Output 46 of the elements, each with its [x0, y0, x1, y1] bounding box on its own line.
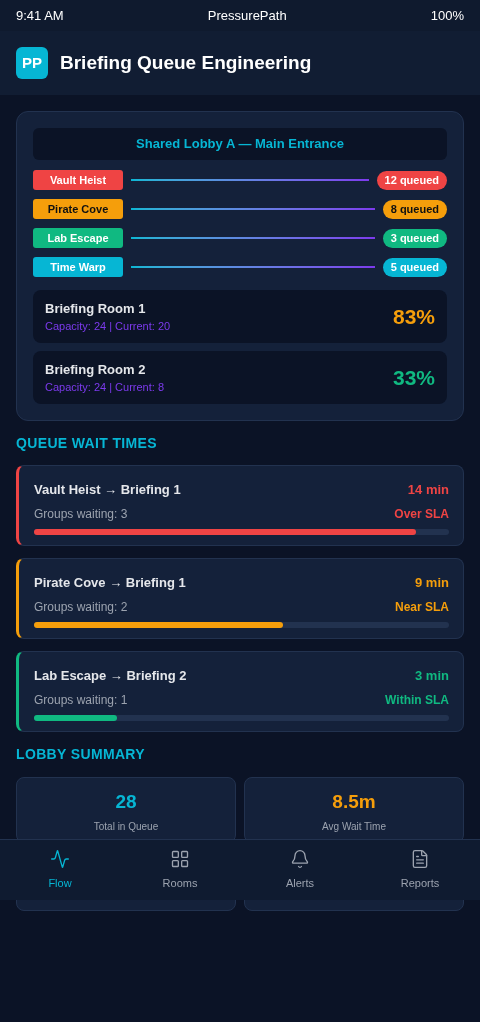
app-logo: PP: [16, 47, 48, 79]
queue-count-badge: 8 queued: [382, 199, 447, 219]
room-capacity: Capacity: 24 | Current: 20: [45, 319, 171, 334]
wait-time: 14 min: [407, 481, 449, 499]
summary-value: 8.5m: [332, 790, 376, 814]
room-occupancy: 33%: [392, 364, 435, 391]
grid-icon: [170, 848, 190, 869]
queue-count-badge: 3 queued: [382, 228, 447, 248]
section-title: LOBBY SUMMARY: [16, 745, 146, 764]
room-occupancy: 83%: [392, 303, 435, 330]
room-name: Briefing Room 2: [45, 360, 147, 379]
sla-status: Within SLA: [385, 691, 449, 709]
nav-tab[interactable]: Reports: [360, 840, 480, 900]
nav-tab[interactable]: Alerts: [240, 840, 360, 900]
room-capacity: Capacity: 24 | Current: 8: [45, 380, 165, 395]
groups-waiting: Groups waiting: 3: [34, 505, 128, 523]
groups-waiting: Groups waiting: 2: [34, 598, 128, 616]
page-title: Briefing Queue Engineering: [60, 50, 312, 75]
bell-icon: [290, 848, 310, 869]
summary-label: Avg Wait Time: [322, 819, 386, 834]
status-app-name: PressurePath: [207, 6, 287, 25]
document-icon: [410, 848, 430, 869]
route-name: Vault Heist → Briefing 1: [34, 481, 181, 499]
game-tag: Vault Heist: [33, 170, 123, 190]
sla-status: Near SLA: [394, 598, 449, 616]
wait-time: 3 min: [415, 667, 449, 685]
wait-time: 9 min: [415, 574, 449, 592]
sla-status: Over SLA: [394, 505, 449, 523]
section-title: QUEUE WAIT TIMES: [16, 434, 158, 453]
queue-count-badge: 12 queued: [376, 170, 447, 190]
room-name: Briefing Room 1: [45, 299, 147, 318]
groups-waiting: Groups waiting: 1: [34, 691, 128, 709]
nav-tab[interactable]: Flow: [0, 840, 120, 900]
game-tag: Time Warp: [33, 257, 123, 277]
nav-tab[interactable]: Rooms: [120, 840, 240, 900]
status-battery: 100%: [430, 6, 464, 25]
pulse-icon: [50, 848, 70, 869]
summary-value: 28: [115, 790, 137, 814]
lobby-title: Shared Lobby A — Main Entrance: [33, 128, 447, 160]
status-time: 9:41 AM: [16, 6, 64, 25]
route-name: Lab Escape → Briefing 2: [34, 667, 187, 685]
game-tag: Lab Escape: [33, 228, 123, 248]
game-tag: Pirate Cove: [33, 199, 123, 219]
queue-count-badge: 5 queued: [382, 257, 447, 277]
summary-label: Total in Queue: [93, 819, 159, 834]
route-name: Pirate Cove → Briefing 1: [34, 574, 186, 592]
